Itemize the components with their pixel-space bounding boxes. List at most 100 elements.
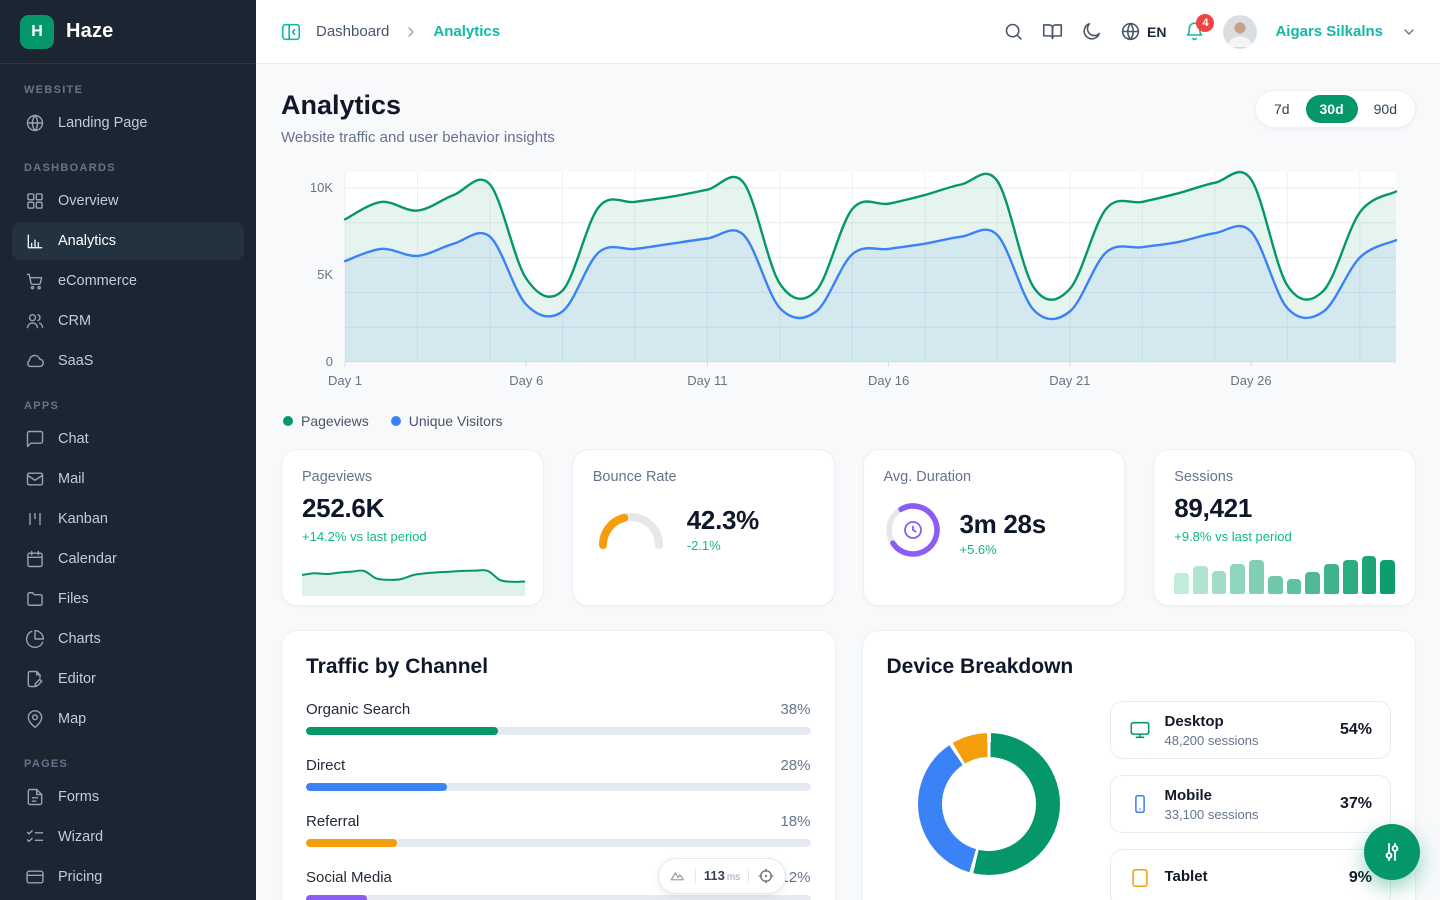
- sessions-mini-bars: [1174, 554, 1395, 594]
- sidebar-item-saas[interactable]: SaaS: [12, 342, 244, 380]
- session-bar: [1193, 566, 1208, 594]
- globe-icon: [25, 113, 45, 133]
- sidebar-item-mail[interactable]: Mail: [12, 460, 244, 498]
- session-bar: [1324, 564, 1339, 594]
- channel-bar-fill: [306, 727, 498, 735]
- panel-title: Device Breakdown: [887, 655, 1392, 679]
- header-right: EN 4 Aigars Silkalns: [1003, 15, 1417, 49]
- channel-bar-track: [306, 839, 811, 847]
- legend-item-pageviews[interactable]: Pageviews: [283, 413, 369, 429]
- avatar[interactable]: [1223, 15, 1257, 49]
- duration-ring-svg: [884, 501, 942, 559]
- stat-card-bounce-rate: Bounce Rate 42.3% -2.1%: [572, 449, 835, 606]
- channel-row-referral: Referral18%: [306, 813, 811, 847]
- section-label-website: WEBSITE: [24, 84, 232, 96]
- sidebar-item-wizard[interactable]: Wizard: [12, 818, 244, 856]
- channel-percent: 38%: [780, 701, 810, 718]
- sidebar-item-ecommerce[interactable]: eCommerce: [12, 262, 244, 300]
- range-button-30d[interactable]: 30d: [1306, 95, 1358, 123]
- sidebar-item-files[interactable]: Files: [12, 580, 244, 618]
- sidebar-item-forms[interactable]: Forms: [12, 778, 244, 816]
- page-subtitle: Website traffic and user behavior insigh…: [281, 129, 555, 146]
- sidebar-item-pricing[interactable]: Pricing: [12, 858, 244, 896]
- stat-delta: +5.6%: [960, 542, 1046, 557]
- editor-icon: [25, 669, 45, 689]
- svg-text:Day 21: Day 21: [1049, 373, 1090, 388]
- breadcrumb-dashboard[interactable]: Dashboard: [316, 23, 389, 40]
- channel-bar-track: [306, 783, 811, 791]
- stat-value: 42.3%: [687, 505, 759, 536]
- kanban-icon: [25, 509, 45, 529]
- session-bar: [1362, 556, 1377, 594]
- search-icon[interactable]: [1003, 21, 1024, 42]
- mountains-logo-icon: [669, 867, 687, 885]
- tablet-icon: [1129, 867, 1151, 889]
- sidebar-item-label: Charts: [58, 631, 101, 647]
- page-title: Analytics: [281, 90, 555, 121]
- cart-icon: [25, 271, 45, 291]
- notifications-button[interactable]: 4: [1184, 21, 1205, 42]
- range-button-90d[interactable]: 90d: [1360, 95, 1411, 123]
- sidebar-item-map[interactable]: Map: [12, 700, 244, 738]
- svg-text:Day 16: Day 16: [868, 373, 909, 388]
- stat-delta: -2.1%: [687, 538, 759, 553]
- desktop-icon: [1129, 719, 1151, 741]
- legend-label: Pageviews: [301, 413, 369, 429]
- stat-label: Pageviews: [302, 469, 523, 485]
- session-bar: [1380, 560, 1395, 594]
- latency-value: 113ms: [704, 867, 740, 885]
- sidebar-item-crm[interactable]: CRM: [12, 302, 244, 340]
- mail-icon: [25, 469, 45, 489]
- sidebar-item-kanban[interactable]: Kanban: [12, 500, 244, 538]
- sidebar-item-editor[interactable]: Editor: [12, 660, 244, 698]
- device-name: Mobile: [1165, 787, 1213, 804]
- logo[interactable]: H Haze: [0, 0, 256, 64]
- channel-label: Referral: [306, 813, 359, 830]
- stat-card-sessions: Sessions 89,421 +9.8% vs last period: [1153, 449, 1416, 606]
- device-row-desktop[interactable]: Desktop48,200 sessions54%: [1110, 701, 1392, 759]
- sidebar-item-label: eCommerce: [58, 273, 137, 289]
- folder-icon: [25, 589, 45, 609]
- chevron-down-icon[interactable]: [1401, 24, 1417, 40]
- sidebar-item-charts[interactable]: Charts: [12, 620, 244, 658]
- sidebar-item-landing-page[interactable]: Landing Page: [12, 104, 244, 142]
- device-row-mobile[interactable]: Mobile33,100 sessions37%: [1110, 775, 1392, 833]
- docs-book-icon[interactable]: [1042, 21, 1063, 42]
- crosshair-icon[interactable]: [757, 867, 775, 885]
- pie-icon: [25, 629, 45, 649]
- file-text-icon: [25, 787, 45, 807]
- sidebar-item-label: Editor: [58, 671, 96, 687]
- dark-mode-moon-icon[interactable]: [1081, 21, 1102, 42]
- svg-text:Day 11: Day 11: [687, 373, 727, 388]
- breadcrumb-analytics[interactable]: Analytics: [433, 23, 500, 40]
- section-label-pages: PAGES: [24, 758, 232, 770]
- channel-label: Organic Search: [306, 701, 410, 718]
- sidebar-item-chat[interactable]: Chat: [12, 420, 244, 458]
- performance-widget[interactable]: 113ms: [658, 858, 786, 894]
- range-button-7d[interactable]: 7d: [1260, 95, 1304, 123]
- panel-title: Traffic by Channel: [306, 655, 811, 679]
- sidebar-item-overview[interactable]: Overview: [12, 182, 244, 220]
- sidebar-item-analytics[interactable]: Analytics: [12, 222, 244, 260]
- sidebar-item-label: Landing Page: [58, 115, 148, 131]
- sidebar-toggle-icon[interactable]: [280, 21, 302, 43]
- channel-bar-fill: [306, 895, 367, 900]
- sidebar-item-label: Forms: [58, 789, 99, 805]
- logo-badge: H: [20, 15, 54, 49]
- users-icon: [25, 311, 45, 331]
- pageviews-sparkline-svg: [302, 554, 525, 596]
- map-pin-icon: [25, 709, 45, 729]
- language-switcher[interactable]: EN: [1120, 21, 1166, 42]
- stat-value: 89,421: [1174, 493, 1395, 524]
- legend-dot: [391, 416, 401, 426]
- device-row-tablet[interactable]: Tablet9%: [1110, 849, 1392, 900]
- time-range-group: 7d30d90d: [1255, 90, 1416, 128]
- customizer-fab-button[interactable]: [1364, 824, 1420, 880]
- legend-item-unique-visitors[interactable]: Unique Visitors: [391, 413, 503, 429]
- sidebar-item-label: Mail: [58, 471, 85, 487]
- sidebar-item-calendar[interactable]: Calendar: [12, 540, 244, 578]
- chart-legend: Pageviews Unique Visitors: [283, 413, 1416, 429]
- stat-label: Sessions: [1174, 469, 1395, 485]
- session-bar: [1268, 576, 1283, 594]
- user-name[interactable]: Aigars Silkalns: [1275, 23, 1383, 40]
